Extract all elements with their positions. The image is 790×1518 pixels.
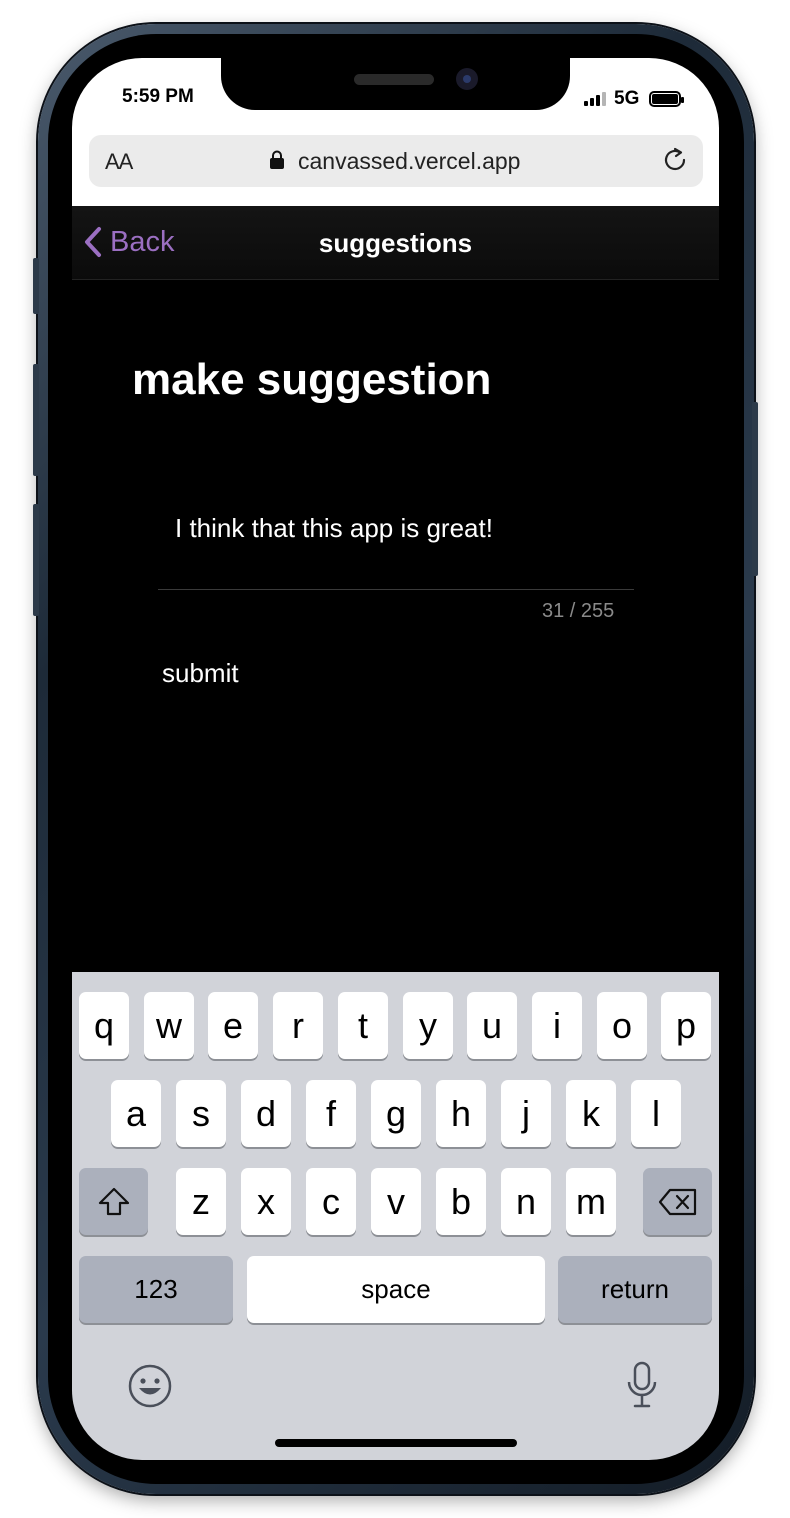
text-size-button[interactable]: AA <box>105 149 133 175</box>
key-h[interactable]: h <box>436 1080 486 1147</box>
emoji-icon[interactable] <box>127 1363 173 1409</box>
power-button <box>752 402 758 576</box>
volume-up-button <box>33 364 39 476</box>
key-k[interactable]: k <box>566 1080 616 1147</box>
cellular-signal-icon <box>584 92 606 106</box>
numbers-key[interactable]: 123 <box>79 1256 233 1323</box>
key-c[interactable]: c <box>306 1168 356 1235</box>
key-l[interactable]: l <box>631 1080 681 1147</box>
suggestion-input[interactable]: I think that this app is great! <box>175 513 493 544</box>
key-j[interactable]: j <box>501 1080 551 1147</box>
key-y[interactable]: y <box>403 992 453 1059</box>
key-x[interactable]: x <box>241 1168 291 1235</box>
key-d[interactable]: d <box>241 1080 291 1147</box>
silent-switch <box>33 258 39 314</box>
input-underline <box>158 589 634 590</box>
reload-icon[interactable] <box>660 145 690 175</box>
key-o[interactable]: o <box>597 992 647 1059</box>
backspace-icon <box>658 1188 696 1215</box>
key-w[interactable]: w <box>144 992 194 1059</box>
battery-icon <box>649 91 684 107</box>
lock-icon <box>270 150 284 169</box>
key-i[interactable]: i <box>532 992 582 1059</box>
volume-down-button <box>33 504 39 616</box>
speaker-grille <box>354 74 434 85</box>
return-key[interactable]: return <box>558 1256 712 1323</box>
key-q[interactable]: q <box>79 992 129 1059</box>
key-a[interactable]: a <box>111 1080 161 1147</box>
space-key[interactable]: space <box>247 1256 545 1323</box>
notch <box>221 58 570 110</box>
key-t[interactable]: t <box>338 992 388 1059</box>
key-u[interactable]: u <box>467 992 517 1059</box>
form-heading: make suggestion <box>132 355 492 404</box>
status-time: 5:59 PM <box>122 86 194 107</box>
key-b[interactable]: b <box>436 1168 486 1235</box>
safari-top-area: 5:59 PM 5G AA canvassed.vercel.app <box>72 58 719 206</box>
on-screen-keyboard: qwertyuiop asdfghjkl zxcvbnm 123 space r… <box>72 972 719 1460</box>
key-n[interactable]: n <box>501 1168 551 1235</box>
home-indicator[interactable] <box>275 1439 517 1447</box>
shift-key[interactable] <box>79 1168 148 1235</box>
network-type: 5G <box>614 88 640 109</box>
page-title: suggestions <box>318 228 473 258</box>
url-text[interactable]: canvassed.vercel.app <box>298 148 520 175</box>
submit-button[interactable]: submit <box>162 658 239 689</box>
key-f[interactable]: f <box>306 1080 356 1147</box>
phone-screen: 5:59 PM 5G AA canvassed.vercel.app Back … <box>72 58 719 1460</box>
delete-key[interactable] <box>643 1168 712 1235</box>
character-counter: 31 / 255 <box>542 600 615 622</box>
key-m[interactable]: m <box>566 1168 616 1235</box>
key-e[interactable]: e <box>208 992 258 1059</box>
front-camera <box>456 68 478 90</box>
key-z[interactable]: z <box>176 1168 226 1235</box>
shift-arrow-icon <box>98 1187 129 1215</box>
key-s[interactable]: s <box>176 1080 226 1147</box>
key-p[interactable]: p <box>661 992 711 1059</box>
address-bar[interactable]: AA canvassed.vercel.app <box>89 135 703 187</box>
app-nav-bar: Back suggestions <box>72 206 719 280</box>
key-v[interactable]: v <box>371 1168 421 1235</box>
key-g[interactable]: g <box>371 1080 421 1147</box>
microphone-icon[interactable] <box>625 1361 659 1409</box>
key-r[interactable]: r <box>273 992 323 1059</box>
